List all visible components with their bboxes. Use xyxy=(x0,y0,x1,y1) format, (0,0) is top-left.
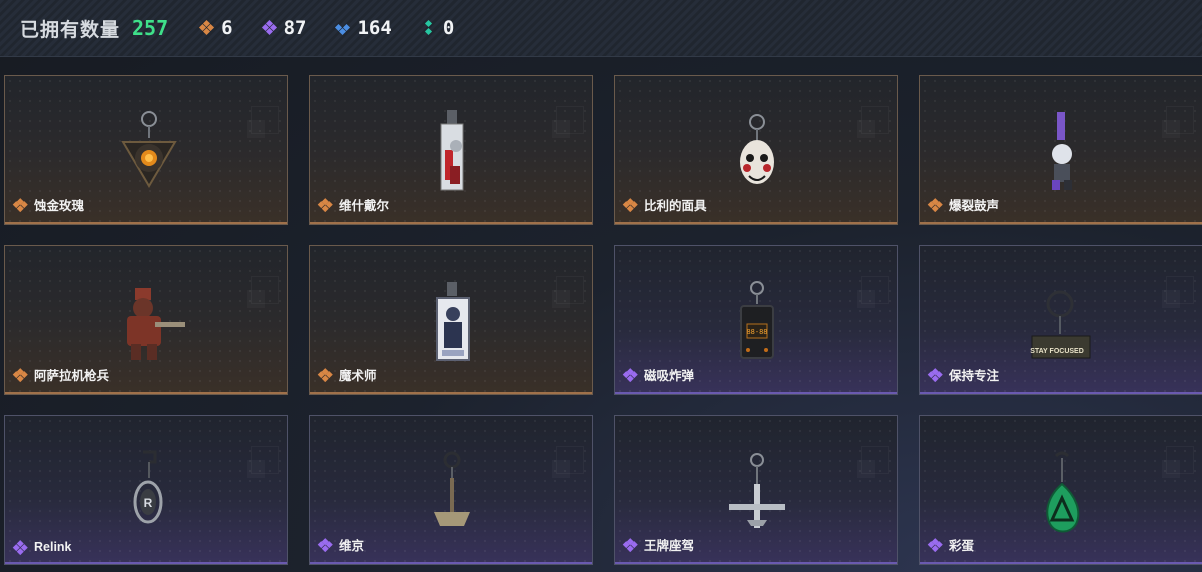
item-card-asala-gunner[interactable]: 阿萨拉机枪兵 xyxy=(4,245,288,395)
orange-rarity-icon xyxy=(928,197,943,212)
stat-blue-count: 164 xyxy=(357,17,392,39)
orange-rarity-icon xyxy=(13,367,28,382)
item-card-vishdel[interactable]: 维什戴尔 xyxy=(309,75,593,225)
stat-purple-count: 87 xyxy=(283,17,307,39)
purple-rarity-icon xyxy=(928,537,943,552)
purple-rarity-icon xyxy=(318,537,333,552)
stat-purple: 87 xyxy=(261,17,307,39)
item-card-viking[interactable]: 维京 xyxy=(309,415,593,565)
item-name: 比利的面具 xyxy=(644,199,707,213)
stat-orange: 6 xyxy=(199,17,233,39)
item-name: 保持专注 xyxy=(949,369,1000,383)
item-card-relink[interactable]: R Relink xyxy=(4,415,288,565)
purple-rarity-icon xyxy=(623,367,638,382)
item-card-gold-rose[interactable]: 蚀金玫瑰 xyxy=(4,75,288,225)
item-card-magnetic-bomb[interactable]: 88-88 磁吸炸弹 xyxy=(614,245,898,395)
bomb-display: 88-88 xyxy=(746,328,767,336)
blue-gem-icon xyxy=(335,21,351,36)
item-card-ace-ride[interactable]: 王牌座驾 xyxy=(614,415,898,565)
teal-gem-icon xyxy=(422,19,436,36)
purple-gem-icon xyxy=(261,19,277,36)
orange-rarity-icon xyxy=(13,197,28,212)
purple-rarity-icon xyxy=(13,540,28,555)
item-card-magician[interactable]: 魔术师 xyxy=(309,245,593,395)
item-name: Relink xyxy=(34,540,72,554)
header-bar: 已拥有数量 257 6 87 164 0 xyxy=(0,0,1202,57)
orange-gem-icon xyxy=(199,19,215,36)
item-name: 王牌座驾 xyxy=(644,539,695,553)
item-card-easter-egg[interactable]: 彩蛋 xyxy=(919,415,1202,565)
item-name: 维京 xyxy=(339,539,365,553)
item-name: 爆裂鼓声 xyxy=(949,199,1000,213)
stat-teal: 0 xyxy=(422,17,454,39)
item-name: 彩蛋 xyxy=(949,539,975,553)
item-name: 蚀金玫瑰 xyxy=(34,199,85,213)
stat-orange-count: 6 xyxy=(221,17,233,39)
stat-blue: 164 xyxy=(335,17,392,39)
item-card-burst-drum[interactable]: 爆裂鼓声 xyxy=(919,75,1202,225)
item-card-billy-mask[interactable]: 比利的面具 xyxy=(614,75,898,225)
purple-rarity-icon xyxy=(928,367,943,382)
orange-rarity-icon xyxy=(318,367,333,382)
item-card-stay-focused[interactable]: STAY FOCUSED 保持专注 xyxy=(919,245,1202,395)
item-name: 魔术师 xyxy=(339,369,377,383)
stay-focused-text: STAY FOCUSED xyxy=(1030,348,1084,355)
orange-rarity-icon xyxy=(623,197,638,212)
owned-label: 已拥有数量 xyxy=(20,19,121,41)
item-name: 维什戴尔 xyxy=(339,199,390,213)
purple-rarity-icon xyxy=(623,537,638,552)
stat-teal-count: 0 xyxy=(442,17,455,39)
relink-letter: R xyxy=(144,496,153,510)
owned-count: 257 xyxy=(132,16,169,40)
orange-rarity-icon xyxy=(318,197,333,212)
item-name: 阿萨拉机枪兵 xyxy=(34,369,110,383)
item-name: 磁吸炸弹 xyxy=(644,369,695,383)
